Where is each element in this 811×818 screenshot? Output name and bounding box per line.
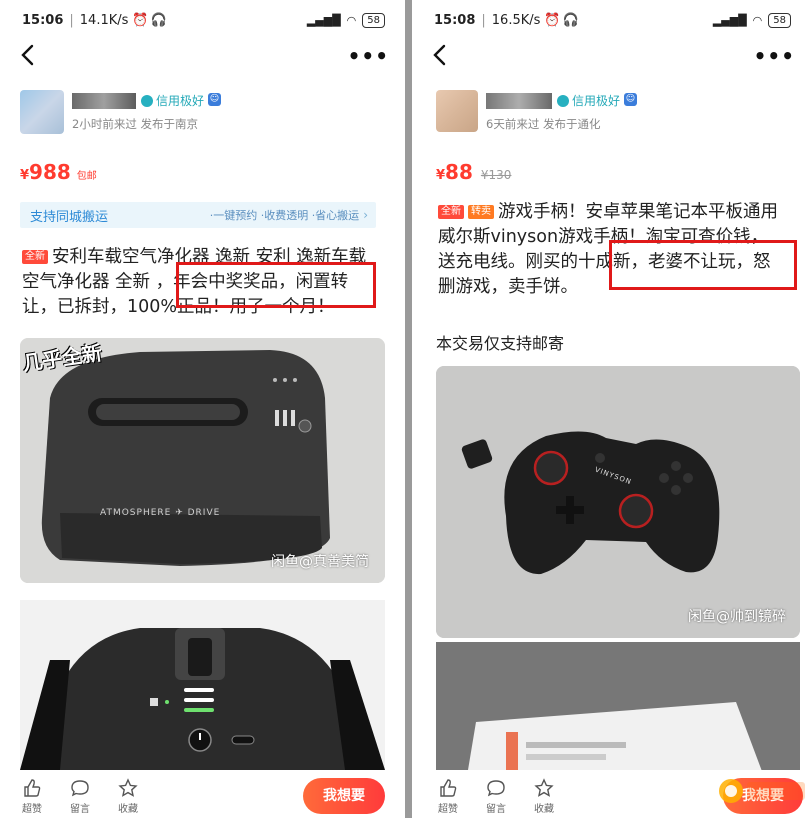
bottom-action-bar: 超赞 留言 收藏 我想要	[412, 770, 811, 818]
site-logo-watermark	[719, 779, 805, 803]
star-icon	[118, 778, 138, 797]
want-button[interactable]: 我想要	[303, 778, 385, 814]
product-photo-1[interactable]: VINYSON 闲鱼@帅到镜碎	[436, 366, 800, 638]
highlight-box	[609, 240, 797, 290]
price: ¥ 988 包邮	[20, 160, 97, 184]
verified-icon: ☺	[208, 93, 221, 106]
product-photo-2[interactable]	[436, 642, 800, 782]
signal-icon: ▂▄▆█	[712, 13, 747, 27]
bottom-action-bar: 超赞 留言 收藏 我想要	[0, 770, 405, 818]
username-blurred	[72, 93, 136, 109]
username-blurred	[486, 93, 552, 109]
price-amount: 988	[29, 160, 71, 184]
panel-divider	[405, 0, 412, 818]
back-arrow-icon[interactable]	[16, 40, 40, 70]
price: ¥ 88 ¥130	[436, 160, 512, 184]
favorite-button[interactable]: 收藏	[110, 778, 146, 815]
comment-icon	[487, 780, 505, 797]
chevron-right-icon: ›	[363, 208, 368, 222]
avatar[interactable]	[436, 90, 478, 132]
like-button[interactable]: 超赞	[430, 778, 466, 815]
resale-badge: 转卖	[468, 205, 494, 219]
more-options-icon[interactable]: •••	[754, 44, 795, 68]
back-arrow-icon[interactable]	[428, 40, 452, 70]
comment-icon	[71, 780, 89, 797]
like-button[interactable]: 超赞	[14, 778, 50, 815]
star-icon	[534, 778, 554, 797]
product-photo-2[interactable]	[20, 600, 385, 770]
price-amount: 88	[445, 160, 473, 184]
free-shipping-tag: 包邮	[76, 171, 97, 182]
status-bar: 15:08 | 16.5K/s ⏰ 🎧 ▂▄▆█ ◠ 58	[434, 8, 791, 32]
comment-button[interactable]: 留言	[62, 778, 98, 815]
new-badge: 全新	[22, 250, 48, 264]
status-time: 15:06	[22, 12, 64, 28]
product-brand-text: ATMOSPHERE ✈ DRIVE	[100, 508, 221, 518]
right-screenshot: 15:08 | 16.5K/s ⏰ 🎧 ▂▄▆█ ◠ 58 ••• 信用极好 ☺…	[412, 0, 811, 818]
alarm-icon: ⏰	[132, 12, 149, 28]
left-screenshot: 15:06 | 14.1K/s ⏰ 🎧 ▂▄▆█ ◠ 58 ••• 信用极好 ☺…	[0, 0, 405, 818]
wifi-icon: ◠	[346, 13, 357, 27]
new-badge: 全新	[438, 205, 464, 219]
battery-icon: 58	[768, 12, 791, 28]
network-speed: 16.5K/s	[491, 12, 541, 28]
seller-meta: 6天前来过 发布于通化	[486, 117, 601, 131]
thumbs-up-icon	[24, 779, 41, 797]
comment-button[interactable]: 留言	[478, 778, 514, 815]
status-bar: 15:06 | 14.1K/s ⏰ 🎧 ▂▄▆█ ◠ 58	[22, 8, 385, 32]
highlight-box	[176, 262, 376, 308]
seller-meta: 2小时前来过 发布于南京	[72, 117, 198, 131]
network-speed: 14.1K/s	[79, 12, 129, 28]
photo-watermark: 闲鱼@帅到镜碎	[688, 609, 786, 625]
headset-icon: 🎧	[562, 12, 579, 28]
verified-icon: ☺	[624, 93, 637, 106]
alarm-icon: ⏰	[544, 12, 561, 28]
more-options-icon[interactable]: •••	[348, 44, 389, 68]
thumbs-up-icon	[440, 779, 457, 797]
headset-icon: 🎧	[150, 12, 167, 28]
wifi-icon: ◠	[752, 13, 763, 27]
favorite-button[interactable]: 收藏	[526, 778, 562, 815]
original-price: ¥130	[480, 168, 512, 182]
avatar[interactable]	[20, 90, 64, 134]
battery-icon: 58	[362, 12, 385, 28]
signal-icon: ▂▄▆█	[306, 13, 341, 27]
credit-badge: 信用极好	[557, 92, 620, 109]
credit-badge: 信用极好	[141, 92, 204, 109]
product-photo-1[interactable]: 几乎全新 ATMOSPHERE ✈ DRIVE 闲鱼@真善美简	[20, 338, 385, 583]
status-time: 15:08	[434, 12, 476, 28]
moving-service-banner[interactable]: 支持同城搬运 ·一键预约 ·收费透明 ·省心搬运 ›	[20, 202, 376, 228]
photo-watermark: 闲鱼@真善美简	[271, 554, 369, 570]
shipping-note: 本交易仅支持邮寄	[436, 334, 565, 353]
